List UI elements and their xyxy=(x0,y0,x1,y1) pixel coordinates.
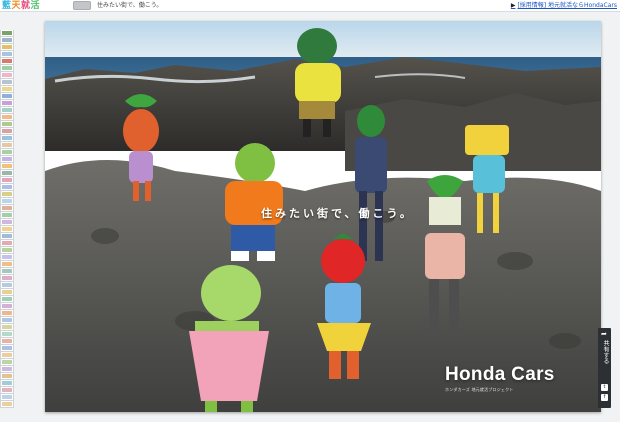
logo-char: 藍 xyxy=(2,1,12,11)
thumbnail-rail xyxy=(0,30,14,408)
rail-thumbnail[interactable] xyxy=(0,316,14,324)
rail-thumbnail[interactable] xyxy=(0,183,14,191)
rail-thumbnail[interactable] xyxy=(0,281,14,289)
rail-thumbnail[interactable] xyxy=(0,288,14,296)
rail-thumbnail[interactable] xyxy=(0,155,14,163)
rail-thumbnail[interactable] xyxy=(0,253,14,261)
rail-thumbnail[interactable] xyxy=(0,260,14,268)
rail-thumbnail[interactable] xyxy=(0,141,14,149)
brand-subtitle: ホンダカーズ 地元就活プロジェクト xyxy=(445,387,514,392)
share-panel: ➦ 共有する t f xyxy=(598,328,611,408)
rail-thumbnail[interactable] xyxy=(0,393,14,401)
rail-thumbnail[interactable] xyxy=(0,148,14,156)
rail-thumbnail[interactable] xyxy=(0,400,14,408)
hero-copy: 住みたい街で、働こう。 xyxy=(261,207,414,220)
rail-thumbnail[interactable] xyxy=(0,190,14,198)
rail-thumbnail[interactable] xyxy=(0,239,14,247)
rail-thumbnail[interactable] xyxy=(0,386,14,394)
rail-thumbnail[interactable] xyxy=(0,204,14,212)
recruit-link-label: [採用情報] 地元就活ならHondaCars xyxy=(517,2,617,9)
play-icon: ▶ xyxy=(510,2,516,9)
recruit-link[interactable]: ▶ [採用情報] 地元就活ならHondaCars xyxy=(511,0,617,12)
logo-char: 活 xyxy=(30,1,41,11)
rail-thumbnail[interactable] xyxy=(0,92,14,100)
twitter-icon[interactable]: t xyxy=(601,384,608,391)
rail-thumbnail[interactable] xyxy=(0,106,14,114)
rail-thumbnail[interactable] xyxy=(0,302,14,310)
rail-thumbnail[interactable] xyxy=(0,197,14,205)
rail-thumbnail[interactable] xyxy=(0,309,14,317)
rail-thumbnail[interactable] xyxy=(0,85,14,93)
rail-thumbnail[interactable] xyxy=(0,225,14,233)
rail-thumbnail[interactable] xyxy=(0,211,14,219)
share-arrow-icon[interactable]: ➦ xyxy=(601,331,607,338)
rail-thumbnail[interactable] xyxy=(0,379,14,387)
header-tagline: 住みたい街で、働こう。 xyxy=(97,2,163,9)
brand-wordmark: Honda Cars xyxy=(445,364,555,385)
site-logo[interactable]: 藍天就活 xyxy=(2,0,40,12)
rail-thumbnail[interactable] xyxy=(0,246,14,254)
rail-thumbnail[interactable] xyxy=(0,134,14,142)
rail-thumbnail[interactable] xyxy=(0,274,14,282)
rail-thumbnail[interactable] xyxy=(0,78,14,86)
rail-thumbnail[interactable] xyxy=(0,372,14,380)
rail-thumbnail[interactable] xyxy=(0,323,14,331)
share-label[interactable]: 共有する xyxy=(600,340,609,364)
rail-thumbnail[interactable] xyxy=(0,365,14,373)
rail-thumbnail[interactable] xyxy=(0,351,14,359)
rail-thumbnail[interactable] xyxy=(0,267,14,275)
rail-thumbnail[interactable] xyxy=(0,50,14,58)
rail-thumbnail[interactable] xyxy=(0,358,14,366)
logo-char: 天 xyxy=(11,1,22,11)
rail-thumbnail[interactable] xyxy=(0,57,14,65)
rail-thumbnail[interactable] xyxy=(0,71,14,79)
rail-thumbnail[interactable] xyxy=(0,64,14,72)
rail-thumbnail[interactable] xyxy=(0,99,14,107)
figure-cabbage-boy xyxy=(225,143,283,261)
rail-thumbnail[interactable] xyxy=(0,43,14,51)
logo-char: 就 xyxy=(21,1,31,11)
rail-thumbnail[interactable] xyxy=(0,232,14,240)
rail-thumbnail[interactable] xyxy=(0,176,14,184)
sound-toggle-button[interactable] xyxy=(73,1,91,10)
rail-thumbnail[interactable] xyxy=(0,30,14,37)
rail-thumbnail[interactable] xyxy=(0,330,14,338)
rail-thumbnail[interactable] xyxy=(0,127,14,135)
top-bar: 藍天就活 住みたい街で、働こう。 ▶ [採用情報] 地元就活ならHondaCars xyxy=(0,0,620,12)
rail-thumbnail[interactable] xyxy=(0,120,14,128)
rail-thumbnail[interactable] xyxy=(0,344,14,352)
rail-thumbnail[interactable] xyxy=(0,36,14,44)
rail-thumbnail[interactable] xyxy=(0,218,14,226)
rail-thumbnail[interactable] xyxy=(0,113,14,121)
hero-card[interactable]: 住みたい街で、働こう。 Honda Cars ホンダカーズ 地元就活プロジェクト xyxy=(45,21,601,412)
rail-thumbnail[interactable] xyxy=(0,162,14,170)
rail-thumbnail[interactable] xyxy=(0,295,14,303)
rail-thumbnail[interactable] xyxy=(0,169,14,177)
rail-thumbnail[interactable] xyxy=(0,337,14,345)
facebook-icon[interactable]: f xyxy=(601,394,608,401)
